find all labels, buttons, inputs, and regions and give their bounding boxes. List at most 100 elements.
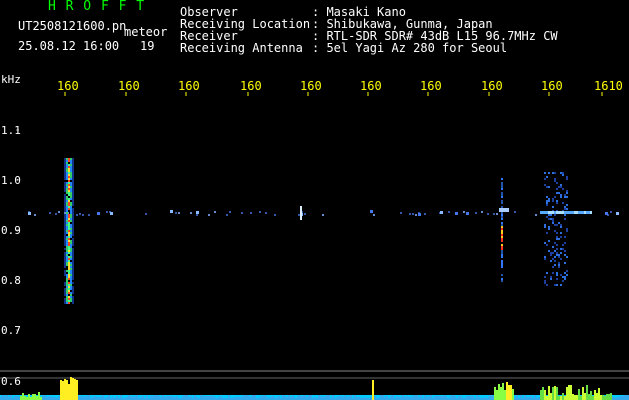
- noise-bar: [550, 393, 552, 400]
- scatter-pixel: [552, 206, 554, 208]
- y-tick-label: 0.8: [1, 274, 21, 287]
- noise-bar: [204, 396, 206, 400]
- noise-bar: [500, 387, 502, 400]
- meteor-pixel: [64, 170, 66, 172]
- meteor-pixel: [501, 178, 503, 180]
- noise-bar: [584, 393, 586, 400]
- meteor-pixel: [66, 232, 68, 234]
- meteor-pixel: [72, 184, 74, 186]
- carrier-pixel: [274, 214, 276, 216]
- scatter-pixel: [554, 264, 556, 266]
- scatter-pixel: [562, 244, 564, 246]
- carrier-pixel: [493, 213, 495, 215]
- meteor-pixel: [72, 174, 74, 176]
- noise-bar: [600, 395, 602, 400]
- noise-bar: [310, 395, 312, 400]
- meteor-pixel: [68, 184, 70, 186]
- noise-bar: [470, 396, 472, 400]
- meteor-pixel: [70, 186, 72, 188]
- y-tick-label: 0.6: [1, 375, 21, 388]
- meteor-pixel: [72, 302, 74, 304]
- x-tick-label: 160: [360, 79, 382, 93]
- meteor-pixel: [66, 286, 68, 288]
- meteor-pixel: [72, 292, 74, 294]
- noise-bar: [194, 395, 196, 400]
- meteor-pixel: [72, 278, 74, 280]
- meteor-pixel: [64, 188, 66, 190]
- scatter-pixel: [560, 186, 562, 188]
- meteor-pixel: [66, 240, 68, 242]
- meteor-pixel: [501, 196, 503, 198]
- scatter-pixel: [546, 244, 548, 246]
- noise-bar: [488, 396, 490, 400]
- meteor-pixel: [66, 226, 68, 228]
- carrier-pixel: [88, 214, 90, 216]
- meteor-pixel: [68, 246, 70, 248]
- noise-bar: [386, 396, 388, 400]
- meteor-pixel: [68, 204, 70, 206]
- blip: [616, 212, 619, 215]
- meteor-pixel: [72, 232, 74, 234]
- meteor-pixel: [68, 224, 70, 226]
- meteor-pixel: [66, 220, 68, 222]
- streak-pixel: [580, 211, 582, 214]
- meteor-pixel: [72, 182, 74, 184]
- streak-pixel: [546, 211, 548, 214]
- meteor-pixel: [501, 278, 503, 280]
- scatter-pixel: [562, 172, 564, 174]
- meteor-pixel: [72, 240, 74, 242]
- scatter-pixel: [558, 222, 560, 224]
- noise-bar: [608, 394, 610, 400]
- scatter-pixel: [546, 202, 548, 204]
- noise-bar: [372, 380, 374, 400]
- scatter-pixel: [566, 190, 568, 192]
- noise-bar: [166, 396, 168, 400]
- noise-bar: [544, 390, 546, 400]
- noise-bar: [220, 396, 222, 400]
- noise-bar: [14, 396, 16, 400]
- meteor-pixel: [66, 184, 68, 186]
- noise-bar: [442, 396, 444, 400]
- meteor-pixel: [70, 250, 72, 252]
- meteor-pixel: [72, 238, 74, 240]
- noise-bar: [392, 395, 394, 400]
- x-tick-label: 1610: [594, 79, 623, 93]
- meteor-pixel: [68, 192, 70, 194]
- meteor-pixel: [501, 230, 503, 232]
- noise-bar: [576, 395, 578, 400]
- meteor-pixel: [68, 200, 70, 202]
- noise-bar: [508, 385, 510, 400]
- streak-pixel: [542, 211, 544, 214]
- y-tick-label: 1.1: [1, 124, 21, 137]
- meteor-pixel: [64, 178, 66, 180]
- scatter-pixel: [544, 242, 546, 244]
- streak-pixel: [590, 211, 592, 214]
- meteor-pixel: [66, 230, 68, 232]
- meteor-pixel: [501, 202, 503, 204]
- noise-bar: [406, 396, 408, 400]
- carrier-pixel: [259, 211, 261, 213]
- carrier-pixel: [481, 211, 483, 213]
- meteor-pixel: [66, 164, 68, 166]
- meteor-pixel: [64, 282, 66, 284]
- meteor-pixel: [64, 266, 66, 268]
- noise-bar: [130, 396, 132, 400]
- meteor-pixel: [66, 252, 68, 254]
- meteor-pixel: [64, 242, 66, 244]
- meteor-pixel: [68, 270, 70, 272]
- noise-bar: [402, 395, 404, 400]
- scatter-pixel: [558, 266, 560, 268]
- meteor-pixel: [70, 264, 72, 266]
- meteor-pixel: [72, 248, 74, 250]
- carrier-pixel: [298, 214, 300, 216]
- noise-bar: [494, 387, 496, 400]
- scatter-pixel: [558, 186, 560, 188]
- noise-bar: [416, 395, 418, 400]
- meteor-pixel: [68, 260, 70, 262]
- noise-bar: [564, 396, 566, 400]
- meteor-pixel: [64, 226, 66, 228]
- meteor-pixel: [72, 270, 74, 272]
- scatter-pixel: [552, 200, 554, 202]
- meteor-pixel: [66, 228, 68, 230]
- spectrogram-plot: [0, 92, 629, 400]
